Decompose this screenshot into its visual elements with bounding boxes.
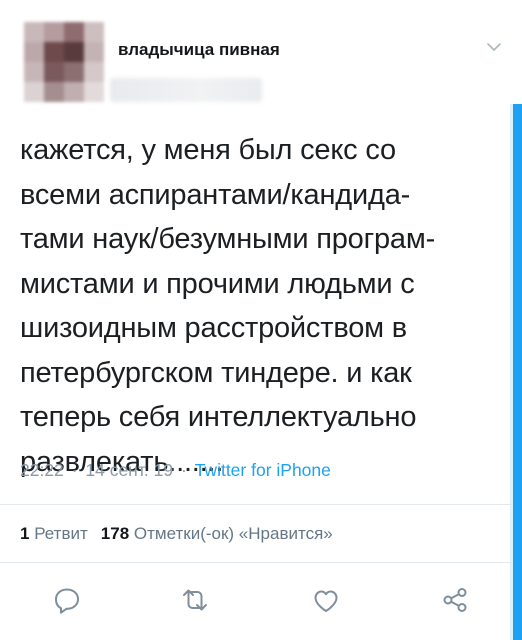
tweet-text-line: мистами и прочими людьми с — [20, 267, 415, 300]
tweet-date: 14 сент. 19 — [85, 460, 174, 480]
tweet-source-link[interactable]: Twitter for iPhone — [195, 460, 331, 480]
share-icon — [443, 588, 467, 612]
tweet-text: кажется, у меня был секс со всеми аспира… — [20, 128, 516, 484]
tweet-card: владычица пивная кажется, у меня был сек… — [0, 0, 522, 640]
reply-button[interactable] — [52, 585, 82, 615]
like-button[interactable] — [311, 585, 341, 615]
tweet-text-line: кажется, у меня был секс со — [20, 134, 396, 166]
divider — [0, 562, 512, 563]
like-icon — [314, 590, 338, 612]
retweet-icon — [183, 589, 207, 611]
retweet-label: Ретвит — [34, 524, 88, 543]
divider — [0, 504, 512, 505]
tweet-stats: 1 Ретвит 178 Отметки(-ок) «Нравится» — [20, 524, 333, 544]
like-count: 178 — [100, 524, 130, 543]
author-name[interactable]: владычица пивная — [118, 40, 280, 60]
likes-stat[interactable]: 178 Отметки(-ок) «Нравится» — [101, 524, 333, 543]
meta-separator: · — [181, 460, 187, 480]
chevron-down-icon[interactable] — [486, 42, 502, 52]
tweet-time: 22:22 — [20, 460, 64, 480]
like-label: Отметки(-ок) «Нравится» — [133, 524, 333, 543]
tweet-text-line: шизоидным расстройством в — [20, 312, 407, 344]
meta-separator: · — [71, 460, 78, 480]
tweet-meta: 22:22 · 14 сент. 19 · Twitter for iPhone — [20, 460, 331, 481]
retweets-stat[interactable]: 1 Ретвит — [20, 524, 88, 543]
author-handle-blurred — [110, 78, 262, 102]
retweet-count: 1 — [20, 524, 30, 543]
retweet-button[interactable] — [180, 585, 210, 615]
tweet-text-line: петербургском тиндере. и как — [20, 356, 412, 389]
reply-icon — [55, 588, 79, 614]
share-button[interactable] — [440, 585, 470, 615]
tweet-text-line: всеми аспирантами/кандида- — [20, 178, 411, 211]
tweet-text-line: тами наук/безумными програм- — [20, 223, 436, 255]
tweet-text-line: теперь себя интеллектуально — [20, 401, 417, 433]
avatar[interactable] — [24, 22, 104, 102]
